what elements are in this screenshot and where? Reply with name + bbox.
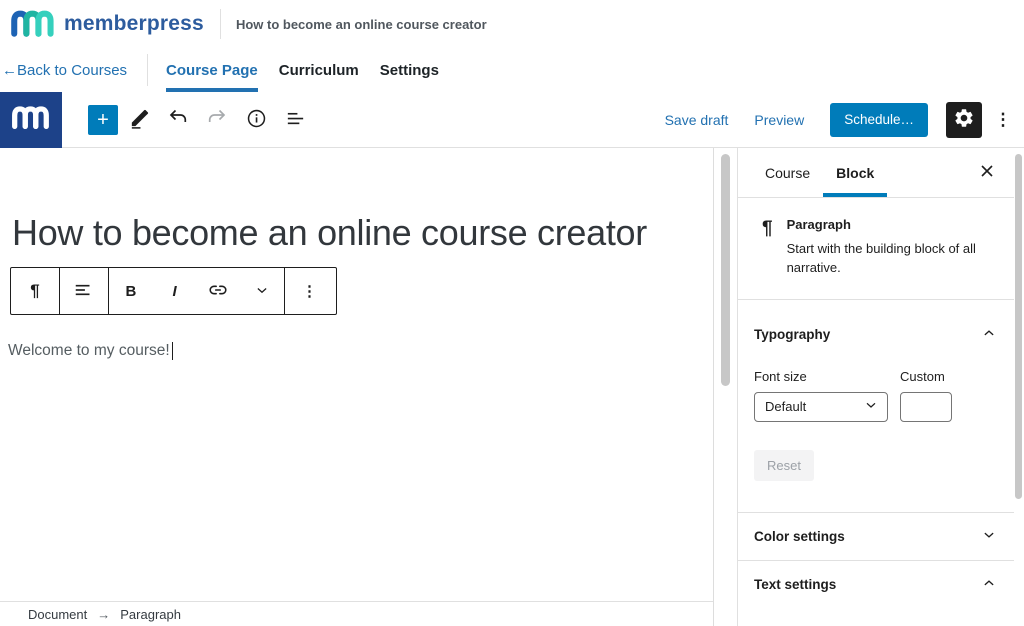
italic-button[interactable]: I xyxy=(153,268,197,314)
text-settings-toggle[interactable]: Text settings xyxy=(738,561,1014,609)
breadcrumb: Document → Paragraph xyxy=(0,601,713,626)
typography-panel: Typography Font size Custom Default xyxy=(738,300,1014,513)
content-structure-button[interactable] xyxy=(238,102,274,138)
paragraph-block-icon: ¶ xyxy=(762,217,773,278)
settings-gear-button[interactable] xyxy=(946,102,982,138)
font-size-value: Default xyxy=(765,399,806,414)
select-chevron-down-icon xyxy=(863,397,879,416)
nav-divider xyxy=(147,54,148,86)
block-info-card: ¶ Paragraph Start with the building bloc… xyxy=(738,198,1014,300)
memberpress-m-icon xyxy=(11,104,51,135)
editor-toolbar: + Save draft Prev xyxy=(0,92,1024,148)
kebab-menu-icon: ⋮ xyxy=(995,110,1012,129)
block-card-title: Paragraph xyxy=(787,217,998,232)
add-block-button[interactable]: + xyxy=(88,105,118,135)
tab-curriculum[interactable]: Curriculum xyxy=(279,48,359,92)
preview-link[interactable]: Preview xyxy=(754,112,804,128)
more-formatting-button[interactable] xyxy=(240,268,284,314)
sidebar-tab-block[interactable]: Block xyxy=(823,148,887,197)
font-size-label: Font size xyxy=(754,369,888,384)
undo-button[interactable] xyxy=(160,102,196,138)
header-document-title: How to become an online course creator xyxy=(236,17,487,32)
top-bar: memberpress How to become an online cour… xyxy=(0,0,1024,48)
more-tools-menu-button[interactable]: ⋮ xyxy=(990,102,1016,138)
text-cursor xyxy=(172,342,174,360)
sidebar-tab-course[interactable]: Course xyxy=(752,148,823,197)
link-button[interactable] xyxy=(197,268,241,314)
bold-button[interactable]: B xyxy=(109,268,153,314)
close-icon xyxy=(979,163,995,182)
memberpress-logo-icon xyxy=(10,7,56,41)
editor-canvas: How to become an online course creator ¶ xyxy=(0,148,714,626)
header-divider xyxy=(220,9,221,39)
paragraph-text: Welcome to my course! xyxy=(8,342,170,360)
memberpress-course-editor: memberpress How to become an online cour… xyxy=(0,0,1024,626)
breadcrumb-document[interactable]: Document xyxy=(28,607,87,622)
bold-icon: B xyxy=(125,283,136,300)
chevron-down-icon xyxy=(980,526,998,547)
typography-title: Typography xyxy=(754,327,830,342)
redo-button[interactable] xyxy=(199,102,235,138)
text-settings-label: Text settings xyxy=(754,577,836,592)
editor-workspace: How to become an online course creator ¶ xyxy=(0,148,1024,626)
block-card-description: Start with the building block of all nar… xyxy=(787,240,998,278)
tab-course-page[interactable]: Course Page xyxy=(166,48,258,92)
post-title-input[interactable]: How to become an online course creator xyxy=(12,212,713,254)
info-icon xyxy=(245,107,268,133)
paragraph-block[interactable]: Welcome to my course! xyxy=(8,342,713,360)
brand-name: memberpress xyxy=(64,12,204,36)
breadcrumb-paragraph[interactable]: Paragraph xyxy=(120,607,181,622)
chevron-down-icon xyxy=(253,281,271,302)
more-options-icon: ⋮ xyxy=(302,282,317,300)
edit-mode-button[interactable] xyxy=(121,102,157,138)
breadcrumb-arrow-icon: → xyxy=(97,607,110,622)
redo-icon xyxy=(205,106,229,133)
tab-settings[interactable]: Settings xyxy=(380,48,439,92)
plus-icon: + xyxy=(97,110,109,130)
custom-font-size-input[interactable] xyxy=(900,392,952,422)
align-text-button[interactable] xyxy=(62,268,106,314)
content-scroll-gutter xyxy=(714,148,737,626)
sidebar-scroll-gutter xyxy=(1014,148,1024,626)
memberpress-home-button[interactable] xyxy=(0,92,62,148)
save-draft-link[interactable]: Save draft xyxy=(665,112,729,128)
chevron-up-icon xyxy=(980,324,998,345)
gear-icon xyxy=(953,107,975,132)
custom-label: Custom xyxy=(900,369,998,384)
schedule-button[interactable]: Schedule… xyxy=(830,103,928,137)
block-navigation-button[interactable] xyxy=(277,102,313,138)
content-scrollbar-thumb[interactable] xyxy=(721,154,730,386)
paragraph-icon: ¶ xyxy=(30,281,39,301)
color-settings-toggle[interactable]: Color settings xyxy=(738,513,1014,561)
link-icon xyxy=(207,279,229,304)
color-settings-label: Color settings xyxy=(754,529,845,544)
font-size-select[interactable]: Default xyxy=(754,392,888,422)
chevron-up-icon xyxy=(980,574,998,595)
sidebar-tabs: Course Block xyxy=(738,148,1014,198)
block-toolbar: ¶ B I xyxy=(10,267,337,315)
list-view-icon xyxy=(284,107,307,133)
sidebar-scrollbar-thumb[interactable] xyxy=(1015,154,1022,499)
align-left-icon xyxy=(73,279,95,304)
italic-icon: I xyxy=(173,283,177,300)
reset-button[interactable]: Reset xyxy=(754,450,814,481)
close-sidebar-button[interactable] xyxy=(974,160,1000,186)
back-to-courses-link[interactable]: ←Back to Courses xyxy=(2,62,127,79)
course-nav: ←Back to Courses Course Page Curriculum … xyxy=(0,48,1024,92)
block-type-button[interactable]: ¶ xyxy=(13,268,57,314)
typography-panel-toggle[interactable]: Typography xyxy=(754,324,998,345)
course-nav-tabs: Course Page Curriculum Settings xyxy=(166,48,460,92)
undo-icon xyxy=(166,106,190,133)
block-options-button[interactable]: ⋮ xyxy=(288,268,332,314)
settings-sidebar: Course Block ¶ Paragraph Start with the … xyxy=(737,148,1014,626)
pencil-icon xyxy=(128,107,151,133)
